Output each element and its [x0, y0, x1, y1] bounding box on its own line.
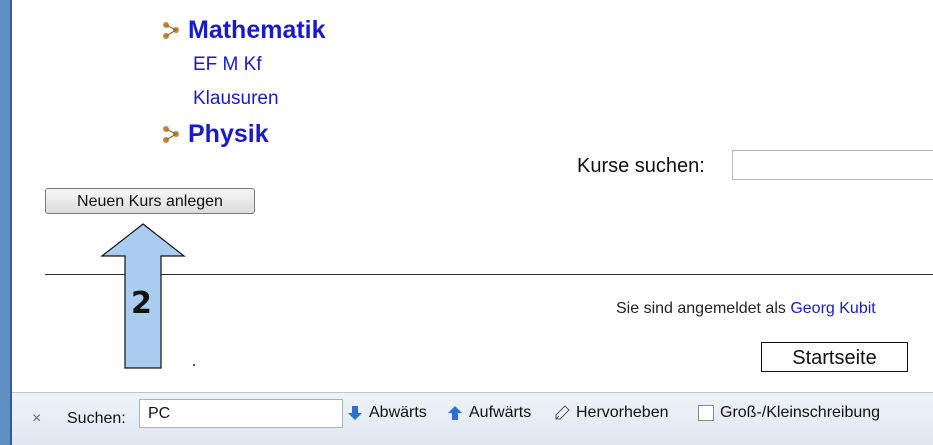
new-course-button[interactable]: Neuen Kurs anlegen — [45, 188, 255, 214]
user-link[interactable]: Georg Kubit — [790, 300, 875, 317]
find-bar: × Suchen: PC Abwärts Aufwärts Hervorhebe… — [12, 392, 933, 445]
category-label: Physik — [188, 120, 269, 148]
category-label: Mathematik — [188, 16, 326, 44]
arrow-up-icon — [448, 406, 462, 420]
find-label: Suchen: — [67, 410, 126, 427]
stray-dot — [193, 364, 195, 366]
match-case-label: Groß-/Kleinschreibung — [720, 404, 881, 421]
find-up-button[interactable]: Aufwärts — [447, 404, 531, 422]
highlight-button[interactable]: Hervorheben — [554, 404, 669, 422]
login-prefix: Sie sind angemeldet als — [616, 300, 791, 317]
category-icon — [163, 125, 179, 143]
annotation-number: 2 — [131, 286, 152, 321]
highlight-label: Hervorheben — [576, 404, 669, 421]
close-icon[interactable]: × — [32, 410, 41, 428]
arrow-down-icon — [348, 406, 362, 420]
find-down-button[interactable]: Abwärts — [347, 404, 427, 422]
category-icon — [163, 21, 179, 39]
find-up-label: Aufwärts — [469, 404, 532, 421]
course-search-input[interactable] — [732, 150, 933, 180]
window-border — [0, 0, 12, 445]
category-physik[interactable]: Physik — [160, 120, 269, 149]
course-search-label: Kurse suchen: — [577, 155, 705, 177]
match-case-checkbox[interactable] — [698, 405, 714, 421]
find-down-label: Abwärts — [369, 404, 427, 421]
subcategory-link[interactable]: Klausuren — [193, 88, 279, 110]
startseite-button[interactable]: Startseite — [761, 342, 908, 372]
subcategory-link[interactable]: EF M Kf — [193, 54, 262, 76]
find-input[interactable]: PC — [139, 399, 343, 428]
match-case-toggle[interactable]: Groß-/Kleinschreibung — [698, 404, 880, 422]
browser-window: Mathematik EF M Kf Klausuren Physik Kurs… — [0, 0, 933, 445]
category-mathematik[interactable]: Mathematik — [160, 16, 326, 45]
highlighter-icon — [555, 405, 570, 420]
login-status: Sie sind angemeldet als Georg Kubit — [616, 300, 876, 318]
